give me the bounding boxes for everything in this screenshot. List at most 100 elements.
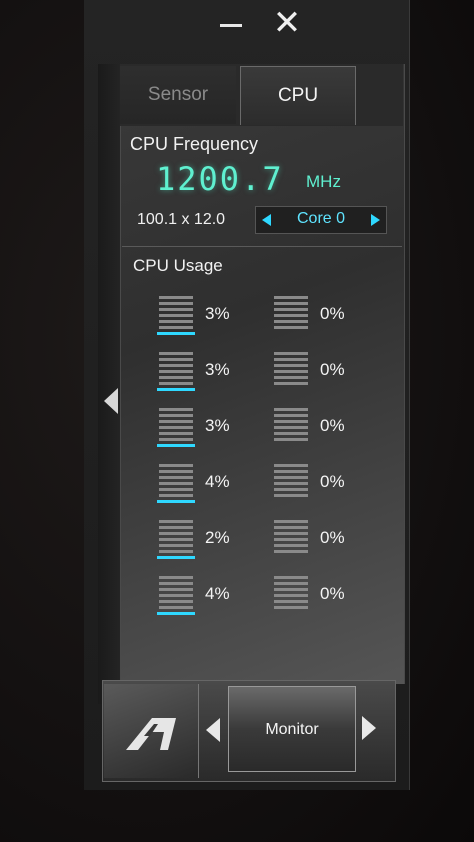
meter-segment (274, 526, 308, 529)
meter-segment (274, 420, 308, 423)
meter-fill (157, 444, 195, 447)
meter-segment (159, 464, 193, 467)
minimize-icon[interactable] (216, 10, 246, 40)
core-usage-item: 0% (272, 520, 382, 570)
core-usage-item: 0% (272, 576, 382, 626)
meter-segment (274, 370, 308, 373)
meter-segment (159, 432, 193, 435)
meter-segment (274, 414, 308, 417)
tab-cpu[interactable]: CPU (240, 66, 356, 125)
usage-meter-icon (272, 352, 310, 392)
meter-segment (274, 408, 308, 411)
meter-segment (159, 314, 193, 317)
logo-mark (126, 718, 176, 750)
meter-fill (157, 556, 195, 559)
meter-segment (274, 302, 308, 305)
meter-fill (157, 500, 195, 503)
core-usage-item: 4% (157, 464, 267, 514)
chevron-left-icon[interactable] (104, 388, 118, 414)
core-usage-item: 0% (272, 408, 382, 458)
meter-segment (159, 420, 193, 423)
meter-segment (159, 488, 193, 491)
meter-segment (274, 376, 308, 379)
core-usage-value: 3% (205, 304, 230, 323)
meter-segment (159, 494, 193, 497)
meter-segment (274, 488, 308, 491)
meter-segment (274, 538, 308, 541)
meter-segment (159, 544, 193, 547)
core-usage-item: 4% (157, 576, 267, 626)
core-selector[interactable]: Core 0 (255, 206, 387, 234)
core-usage-value: 0% (320, 584, 345, 603)
meter-segment (159, 594, 193, 597)
usage-meter-icon (157, 352, 195, 392)
meter-segment (274, 464, 308, 467)
meter-segment (274, 320, 308, 323)
bclk-multiplier: 100.1 x 12.0 (137, 211, 226, 228)
core-usage-value: 4% (205, 584, 230, 603)
usage-meter-icon (272, 464, 310, 504)
core-usage-item: 0% (272, 352, 382, 402)
usage-meter-icon (272, 520, 310, 560)
tab-bar: Sensor CPU (120, 64, 403, 126)
cpu-frequency-unit: MHz (306, 172, 341, 191)
cpu-frequency-value: 1200.7 (156, 160, 284, 198)
monitor-button[interactable]: Monitor (228, 686, 356, 772)
meter-segment (159, 532, 193, 535)
core-usage-value: 0% (320, 416, 345, 435)
meter-segment (274, 308, 308, 311)
meter-segment (274, 594, 308, 597)
usage-meter-icon (157, 464, 195, 504)
triangle-right-icon[interactable] (371, 214, 380, 226)
usage-meter-icon (157, 576, 195, 616)
core-usage-value: 0% (320, 304, 345, 323)
meter-segment (159, 588, 193, 591)
meter-segment (274, 382, 308, 385)
meter-segment (159, 370, 193, 373)
meter-segment (159, 482, 193, 485)
ai-suite-logo-icon[interactable] (104, 684, 199, 778)
meter-segment (159, 308, 193, 311)
meter-segment (159, 408, 193, 411)
meter-segment (274, 476, 308, 479)
usage-meter-icon (157, 296, 195, 336)
usage-meter-icon (157, 408, 195, 448)
meter-segment (274, 520, 308, 523)
meter-segment (274, 470, 308, 473)
triangle-right-icon[interactable] (362, 716, 376, 740)
meter-segment (274, 358, 308, 361)
usage-meter-icon (157, 520, 195, 560)
triangle-left-icon[interactable] (206, 718, 220, 742)
meter-segment (159, 438, 193, 441)
meter-segment (159, 576, 193, 579)
meter-segment (159, 320, 193, 323)
core-usage-item: 3% (157, 408, 267, 458)
close-icon[interactable]: ✕ (270, 6, 304, 40)
meter-segment (274, 482, 308, 485)
core-selector-label: Core 0 (296, 210, 346, 227)
meter-segment (159, 426, 193, 429)
meter-segment (274, 432, 308, 435)
meter-segment (274, 576, 308, 579)
meter-segment (274, 352, 308, 355)
meter-segment (159, 600, 193, 603)
meter-segment (159, 470, 193, 473)
meter-segment (159, 296, 193, 299)
meter-segment (274, 588, 308, 591)
meter-segment (274, 600, 308, 603)
core-usage-item: 3% (157, 352, 267, 402)
meter-segment (159, 352, 193, 355)
meter-segment (159, 364, 193, 367)
meter-fill (157, 332, 195, 335)
meter-segment (159, 476, 193, 479)
meter-segment (159, 358, 193, 361)
meter-segment (274, 364, 308, 367)
meter-segment (274, 326, 308, 329)
meter-segment (274, 606, 308, 609)
tab-sensor[interactable]: Sensor (120, 66, 236, 124)
meter-segment (159, 414, 193, 417)
meter-segment (159, 538, 193, 541)
meter-segment (159, 606, 193, 609)
meter-segment (159, 326, 193, 329)
core-usage-item: 0% (272, 296, 382, 346)
